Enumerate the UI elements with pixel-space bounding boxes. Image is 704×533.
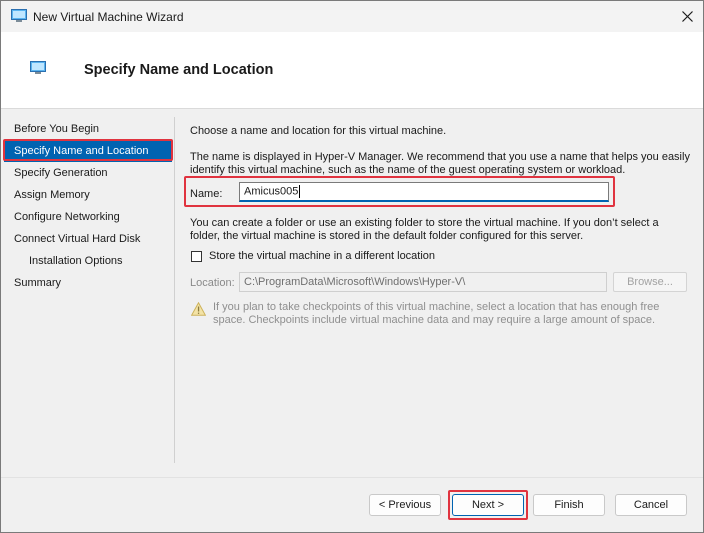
previous-button[interactable]: < Previous bbox=[369, 494, 441, 516]
warning-icon bbox=[191, 302, 206, 316]
wizard-window: New Virtual Machine Wizard Specify Name … bbox=[0, 0, 704, 533]
close-icon bbox=[681, 10, 693, 22]
nav-item-configure-networking[interactable]: Configure Networking bbox=[1, 206, 171, 228]
footer-divider bbox=[1, 477, 703, 478]
close-button[interactable] bbox=[673, 3, 701, 29]
nav-item-summary[interactable]: Summary bbox=[1, 272, 171, 294]
next-button[interactable]: Next > bbox=[452, 494, 524, 516]
name-label: Name: bbox=[190, 188, 223, 200]
cancel-button[interactable]: Cancel bbox=[615, 494, 687, 516]
checkpoint-warning-text: If you plan to take checkpoints of this … bbox=[213, 301, 660, 326]
store-location-option[interactable]: Store the virtual machine in a different… bbox=[191, 250, 435, 262]
nav-divider bbox=[174, 117, 175, 463]
location-label: Location: bbox=[190, 277, 235, 289]
nav-item-assign-memory[interactable]: Assign Memory bbox=[1, 184, 171, 206]
page-header: Specify Name and Location bbox=[1, 32, 703, 109]
browse-button[interactable]: Browse... bbox=[613, 272, 687, 292]
folder-help-text: You can create a folder or use an existi… bbox=[190, 217, 659, 242]
text-caret bbox=[299, 185, 301, 198]
nav-item-installation-options[interactable]: Installation Options bbox=[1, 250, 171, 272]
nav-item-connect-virtual-hard-disk[interactable]: Connect Virtual Hard Disk bbox=[1, 228, 171, 250]
title-bar: New Virtual Machine Wizard bbox=[1, 1, 703, 32]
virtual-machine-icon bbox=[30, 61, 46, 74]
name-input-value: Amicus005 bbox=[244, 185, 299, 198]
window-title: New Virtual Machine Wizard bbox=[33, 10, 184, 24]
nav-item-specify-name-and-location[interactable]: Specify Name and Location bbox=[4, 140, 172, 162]
intro-text: Choose a name and location for this virt… bbox=[190, 125, 447, 137]
page-title: Specify Name and Location bbox=[84, 62, 274, 78]
store-location-checkbox[interactable] bbox=[191, 250, 202, 262]
store-location-checkbox-label: Store the virtual machine in a different… bbox=[209, 250, 436, 262]
finish-button[interactable]: Finish bbox=[533, 494, 605, 516]
name-help-text: The name is displayed in Hyper-V Manager… bbox=[190, 151, 690, 176]
nav-item-before-you-begin[interactable]: Before You Begin bbox=[1, 118, 171, 140]
name-input[interactable]: Amicus005 bbox=[239, 182, 609, 202]
virtual-machine-icon bbox=[11, 9, 27, 22]
nav-item-specify-generation[interactable]: Specify Generation bbox=[1, 162, 171, 184]
location-input[interactable]: C:\ProgramData\Microsoft\Windows\Hyper-V… bbox=[239, 272, 607, 292]
